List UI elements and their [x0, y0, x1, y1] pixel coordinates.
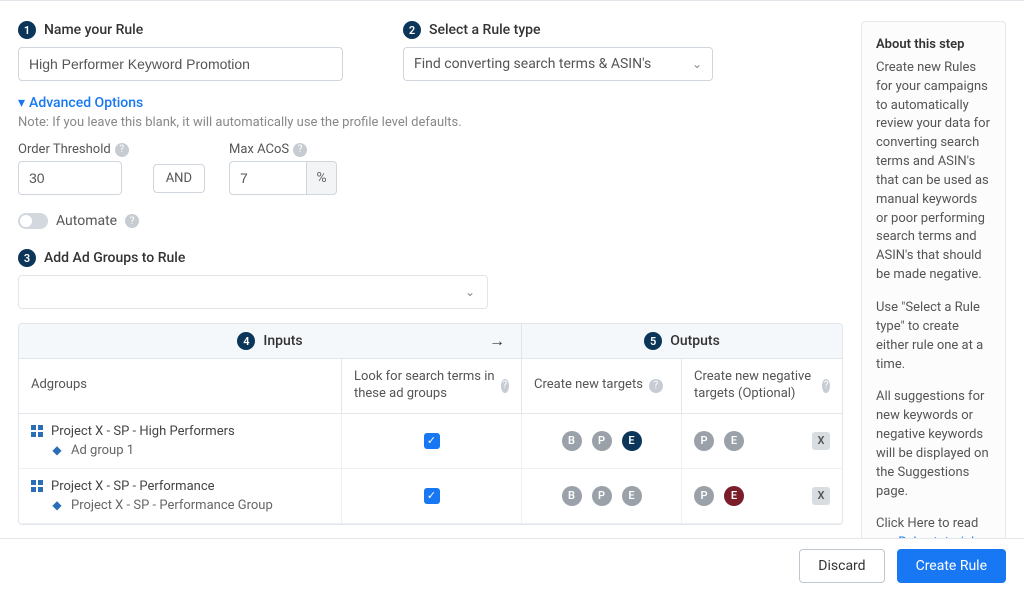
col-targets: Create new targets ?: [521, 359, 681, 413]
help-icon[interactable]: ?: [649, 379, 663, 393]
col-adgroups: Adgroups: [19, 359, 341, 413]
rule-type-value: Find converting search terms & ASIN's: [414, 56, 651, 72]
table-row: Project X - SP - High Performers ◆ Ad gro…: [19, 414, 842, 469]
neg-e-pill[interactable]: E: [724, 486, 744, 506]
step1-badge: 1: [18, 21, 36, 39]
look-checkbox[interactable]: ✓: [424, 433, 440, 449]
io-table: 4 Inputs → 5 Outputs Adgroups Look for s…: [18, 323, 843, 525]
campaign-icon: [31, 480, 43, 492]
order-threshold-label: Order Threshold ?: [18, 142, 129, 157]
order-threshold-input[interactable]: [18, 161, 122, 195]
campaign-icon: [31, 425, 43, 437]
remove-row-button[interactable]: X: [812, 432, 830, 450]
adgroup-select[interactable]: ⌄: [18, 275, 488, 309]
create-rule-button[interactable]: Create Rule: [897, 549, 1006, 583]
inputs-header: 4 Inputs →: [19, 324, 521, 358]
table-row: Project X - SP - Performance ◆ Project X …: [19, 469, 842, 524]
target-p-pill[interactable]: P: [592, 431, 612, 451]
rule-type-select[interactable]: Find converting search terms & ASIN's ⌄: [403, 47, 713, 81]
caret-down-icon: ▾: [18, 95, 25, 111]
adgroup-icon: ◆: [51, 498, 63, 512]
step2-title: Select a Rule type: [429, 22, 541, 38]
automate-label: Automate: [56, 213, 117, 229]
step3-head: 3 Add Ad Groups to Rule: [18, 249, 843, 267]
neg-e-pill[interactable]: E: [724, 431, 744, 451]
target-b-pill[interactable]: B: [562, 486, 582, 506]
target-p-pill[interactable]: P: [592, 486, 612, 506]
step1-title: Name your Rule: [44, 22, 143, 38]
remove-row-button[interactable]: X: [812, 487, 830, 505]
discard-button[interactable]: Discard: [799, 549, 884, 583]
look-checkbox[interactable]: ✓: [424, 488, 440, 504]
arrow-right-icon: →: [489, 331, 515, 351]
help-icon[interactable]: ?: [501, 379, 509, 393]
percent-suffix: %: [307, 161, 337, 195]
about-sidebar: About this step Create new Rules for you…: [861, 21, 1006, 582]
help-icon[interactable]: ?: [115, 143, 129, 157]
neg-p-pill[interactable]: P: [694, 431, 714, 451]
neg-p-pill[interactable]: P: [694, 486, 714, 506]
step2-badge: 2: [403, 21, 421, 39]
help-icon[interactable]: ?: [125, 214, 139, 228]
target-e-pill[interactable]: E: [622, 431, 642, 451]
automate-toggle[interactable]: [18, 213, 48, 229]
advanced-note: Note: If you leave this blank, it will a…: [18, 115, 843, 130]
target-e-pill[interactable]: E: [622, 486, 642, 506]
target-b-pill[interactable]: B: [562, 431, 582, 451]
adgroup-icon: ◆: [51, 443, 63, 457]
about-title: About this step: [876, 36, 991, 55]
col-look: Look for search terms in these ad groups…: [341, 359, 521, 413]
chevron-down-icon: ⌄: [465, 285, 475, 299]
advanced-options-toggle[interactable]: ▾ Advanced Options: [18, 95, 843, 111]
adgroup-name: Ad group 1: [71, 443, 134, 458]
rule-name-input[interactable]: [18, 47, 343, 81]
step3-title: Add Ad Groups to Rule: [44, 250, 185, 266]
help-icon[interactable]: ?: [822, 379, 830, 393]
outputs-badge: 5: [644, 332, 662, 350]
campaign-name: Project X - SP - Performance: [51, 479, 215, 494]
and-chip: AND: [153, 164, 205, 193]
step3-badge: 3: [18, 249, 36, 267]
col-neg: Create new negative targets (Optional) ?: [681, 359, 842, 413]
step1-head: 1 Name your Rule: [18, 21, 343, 39]
about-p1: Create new Rules for your campaigns to a…: [876, 59, 991, 285]
chevron-down-icon: ⌄: [692, 57, 702, 71]
about-p3: All suggestions for new keywords or nega…: [876, 388, 991, 501]
footer: Discard Create Rule: [0, 538, 1024, 595]
adgroup-name: Project X - SP - Performance Group: [71, 498, 273, 513]
about-p2: Use "Select a Rule type" to create eithe…: [876, 299, 991, 374]
step2-head: 2 Select a Rule type: [403, 21, 713, 39]
max-acos-label: Max ACoS ?: [229, 142, 337, 157]
campaign-name: Project X - SP - High Performers: [51, 424, 235, 439]
advanced-options-label: Advanced Options: [29, 95, 143, 111]
max-acos-input[interactable]: [229, 161, 307, 195]
inputs-badge: 4: [237, 332, 255, 350]
outputs-header: 5 Outputs: [521, 324, 842, 358]
help-icon[interactable]: ?: [293, 143, 307, 157]
